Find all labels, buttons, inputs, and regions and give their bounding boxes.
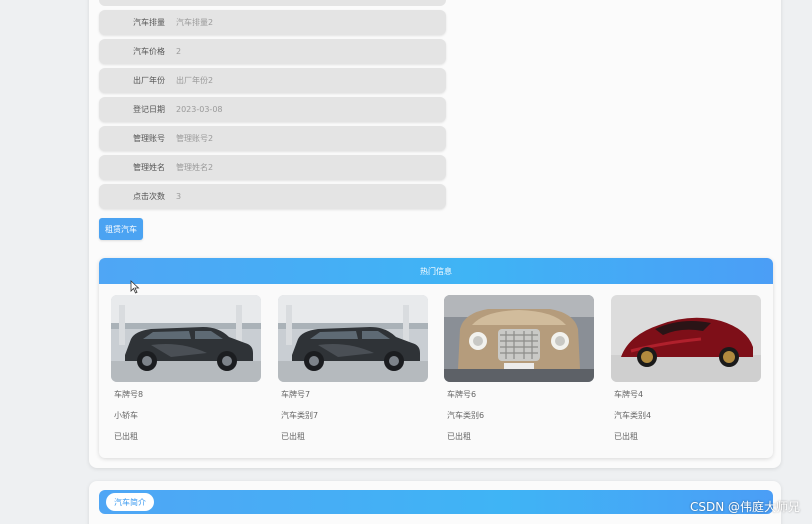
field-row-displacement: 汽车排量 汽车排量2 [99,10,446,35]
field-label: 登记日期 [133,105,165,114]
car-plate: 车牌号7 [281,390,311,399]
car-plate: 车牌号4 [614,390,644,399]
car-status: 已出租 [614,432,638,441]
field-row-admin-account: 管理账号 管理账号2 [99,126,446,151]
car-status: 已出租 [447,432,471,441]
car-status: 已出租 [281,432,305,441]
tab-car-intro[interactable]: 汽车简介 [106,493,154,511]
field-row-clicks: 点击次数 3 [99,184,446,209]
field-label: 汽车排量 [133,18,165,27]
field-label: 出厂年份 [133,76,165,85]
watermark: CSDN @伟庭大师兄 [689,500,800,514]
field-label: 点击次数 [133,192,165,201]
car-category: 汽车类别4 [614,411,652,420]
car-category: 汽车类别6 [447,411,485,420]
field-label: 管理账号 [133,134,165,143]
mclaren-photo[interactable] [611,295,761,382]
car-category: 汽车类别7 [281,411,319,420]
intro-header [99,490,773,514]
car-status: 已出租 [114,432,138,441]
field-value: 2023-03-08 [176,105,223,114]
car-card[interactable]: 车牌号6 汽车类别6 已出租 [444,295,594,441]
field-value: 管理姓名2 [176,163,214,172]
bentley-photo[interactable] [444,295,594,382]
field-label: 汽车价格 [133,47,165,56]
car-plate: 车牌号8 [114,390,144,399]
field-value: 出厂年份2 [176,76,214,85]
field-row-partial [99,0,446,6]
field-value: 3 [176,192,182,201]
field-value: 2 [176,47,182,56]
car-card[interactable]: 车牌号8 小轿车 已出租 [111,295,261,441]
field-value: 管理账号2 [176,134,214,143]
field-row-price: 汽车价格 2 [99,39,446,64]
field-row-admin-name: 管理姓名 管理姓名2 [99,155,446,180]
car-card[interactable]: 车牌号7 汽车类别7 已出租 [278,295,428,441]
mouse-cursor-icon [130,280,140,294]
car-category: 小轿车 [114,411,138,420]
field-row-year: 出厂年份 出厂年份2 [99,68,446,93]
car-card[interactable]: 车牌号4 汽车类别4 已出租 [611,295,761,441]
rent-car-button[interactable]: 租赁汽车 [99,218,143,240]
field-value: 汽车排量2 [176,18,214,27]
hot-info-panel: 热门信息 车牌号8 小轿车 已出租 车牌号7 汽车类别7 已出租 车牌号6 汽车… [99,258,773,458]
hot-info-header: 热门信息 [99,258,773,284]
field-row-register-date: 登记日期 2023-03-08 [99,97,446,122]
field-label: 管理姓名 [133,163,165,172]
suv-photo[interactable] [111,295,261,382]
suv-photo[interactable] [278,295,428,382]
car-plate: 车牌号6 [447,390,477,399]
